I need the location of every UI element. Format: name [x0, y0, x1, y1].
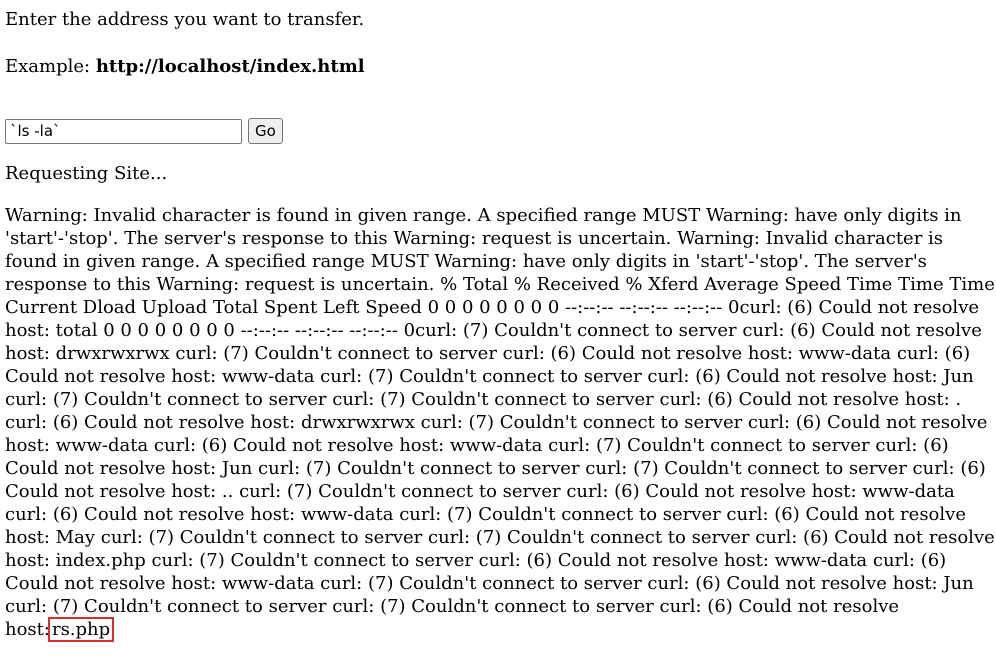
output-text: Warning: Invalid character is found in g… — [5, 205, 995, 640]
highlighted-filename: rs.php — [47, 617, 115, 642]
transfer-form: Go — [5, 118, 991, 144]
requesting-status: Requesting Site... — [5, 163, 168, 184]
example-url: http://localhost/index.html — [95, 56, 365, 77]
prompt-text: Enter the address you want to transfer. — [5, 9, 365, 30]
example-label: Example: — [5, 56, 96, 77]
go-button[interactable]: Go — [248, 118, 283, 144]
page: Enter the address you want to transfer. … — [0, 0, 996, 669]
example-line: Example: http://localhost/index.html — [5, 55, 991, 78]
address-input[interactable] — [5, 118, 242, 144]
command-output: Warning: Invalid character is found in g… — [5, 204, 995, 642]
